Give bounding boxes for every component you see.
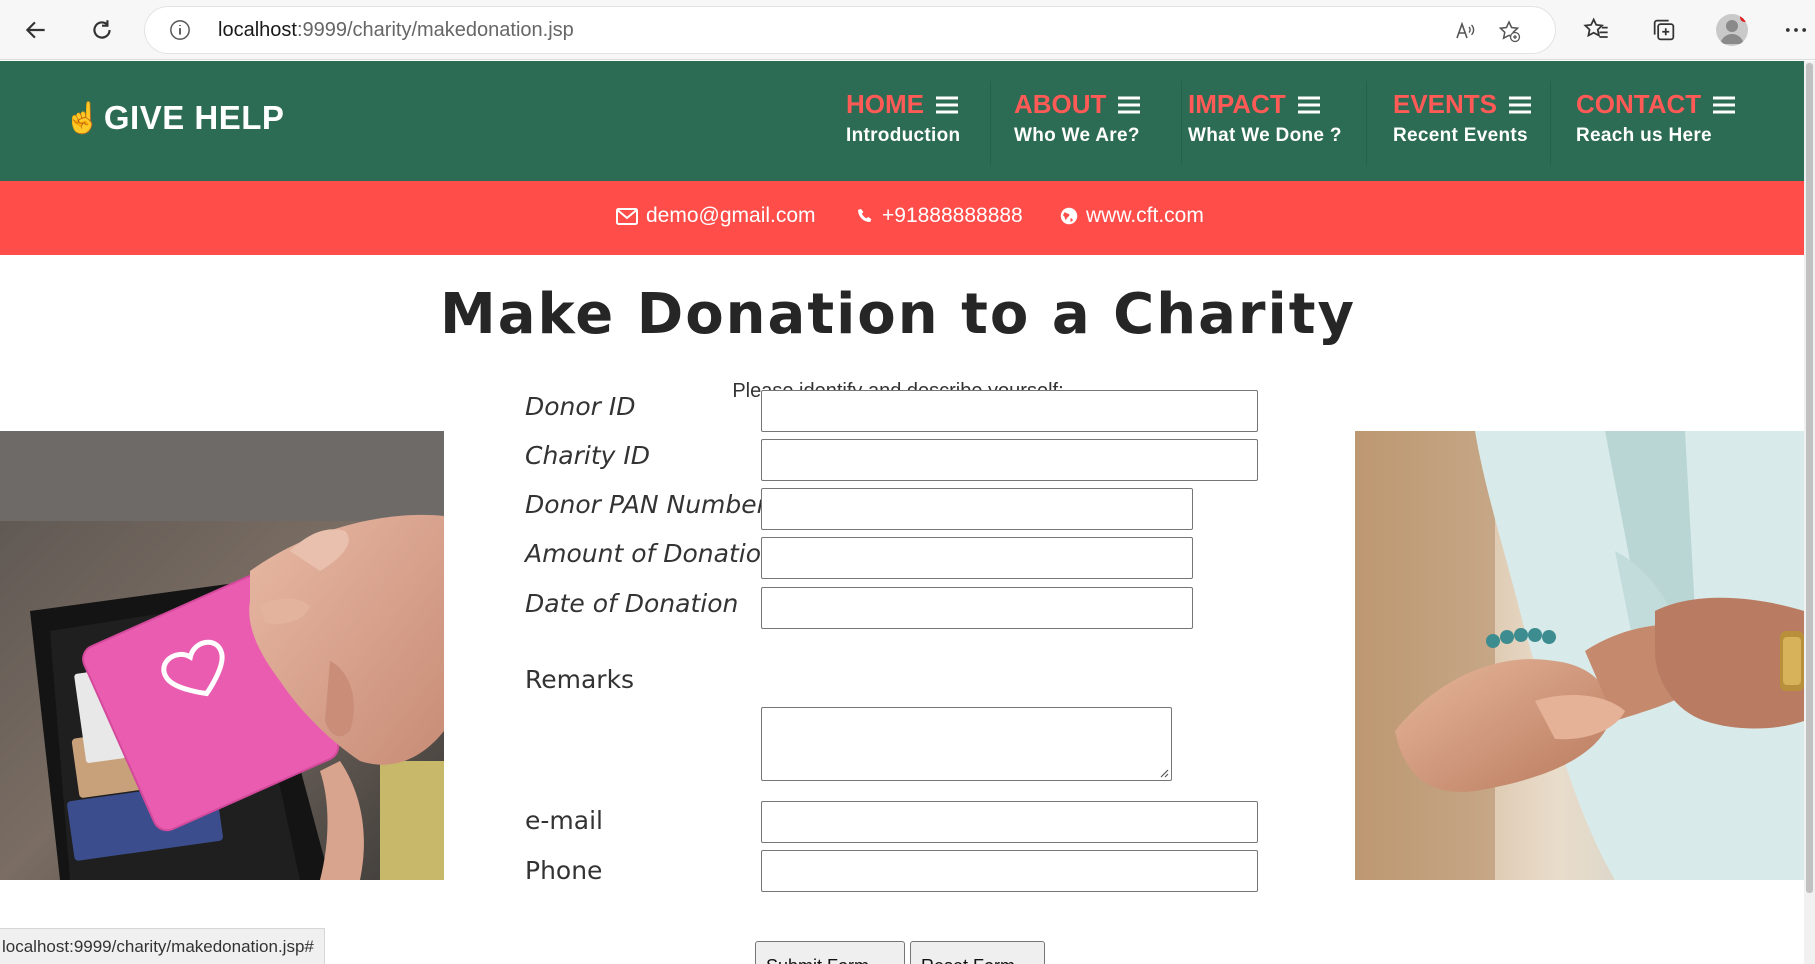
contact-website-text: www.cft.com: [1086, 204, 1204, 227]
hamburger-icon: [1297, 96, 1320, 113]
date-input[interactable]: [761, 587, 1193, 629]
browser-toolbar: localhost:9999/charity/makedonation.jsp: [0, 0, 1815, 60]
menu-divider: [1366, 81, 1367, 165]
favorites-icon[interactable]: [1582, 16, 1610, 44]
address-bar[interactable]: localhost:9999/charity/makedonation.jsp: [145, 7, 1555, 53]
read-aloud-icon[interactable]: [1453, 19, 1477, 43]
url-text[interactable]: localhost:9999/charity/makedonation.jsp: [218, 19, 574, 42]
reset-button[interactable]: Reset Form: [910, 941, 1045, 964]
hamburger-icon: [1509, 96, 1532, 113]
contact-phone-text: +91888888888: [882, 204, 1023, 227]
hamburger-icon: [936, 96, 958, 113]
hamburger-icon: [1713, 96, 1736, 113]
notification-dot: [1740, 14, 1748, 22]
menu-item-contact[interactable]: CONTACT Reach us Here: [1576, 89, 1736, 159]
scrollbar-thumb[interactable]: [1806, 63, 1813, 893]
amount-input[interactable]: [761, 537, 1193, 579]
remarks-label: Remarks: [525, 665, 635, 694]
menu-subtitle: Reach us Here: [1576, 125, 1712, 146]
menu-subtitle: Introduction: [846, 125, 961, 146]
hamburger-icon: [1118, 96, 1141, 113]
add-favorite-icon[interactable]: [1497, 19, 1521, 43]
menu-title: ABOUT: [1014, 89, 1107, 119]
menu-divider: [1181, 81, 1182, 165]
menu-item-about[interactable]: ABOUT Who We Are?: [1014, 89, 1141, 159]
menu-title: HOME: [846, 89, 924, 119]
status-bar-url: localhost:9999/charity/makedonation.jsp#: [0, 928, 325, 964]
menu-subtitle: Recent Events: [1393, 125, 1528, 146]
back-arrow-icon: [25, 21, 45, 39]
info-icon[interactable]: [169, 19, 191, 41]
resize-grip-icon[interactable]: [1157, 766, 1169, 778]
menu-subtitle: What We Done ?: [1188, 125, 1342, 146]
menu-divider: [1550, 81, 1551, 165]
more-icon[interactable]: [1782, 16, 1810, 44]
donor-id-label: Donor ID: [525, 392, 636, 421]
contact-website[interactable]: www.cft.com: [1060, 204, 1204, 228]
menu-title: EVENTS: [1393, 89, 1498, 119]
site-header: ☝ GIVE HELP HOME Introduction ABOUT Who …: [0, 61, 1804, 181]
contact-phone[interactable]: +91888888888: [856, 204, 1023, 228]
charity-id-label: Charity ID: [525, 441, 651, 470]
menu-item-impact[interactable]: IMPACT What We Done ?: [1188, 89, 1342, 159]
contact-strip: demo@gmail.com +91888888888 www.cft.com: [0, 181, 1804, 255]
menu-title: IMPACT: [1188, 89, 1286, 119]
page: ☝ GIVE HELP HOME Introduction ABOUT Who …: [0, 61, 1804, 964]
donor-pan-input[interactable]: [761, 488, 1193, 530]
contact-email[interactable]: demo@gmail.com: [616, 204, 816, 228]
contact-email-text: demo@gmail.com: [646, 204, 816, 227]
holding-hands-photo: [1355, 431, 1804, 880]
globe-icon: [1060, 207, 1078, 225]
menu-divider: [990, 81, 991, 165]
donor-id-input[interactable]: [761, 390, 1258, 432]
collections-icon[interactable]: [1650, 16, 1678, 44]
logo-text: GIVE HELP: [103, 99, 285, 136]
page-scrollbar[interactable]: [1804, 61, 1815, 964]
donor-card-photo: [0, 431, 444, 880]
back-button[interactable]: [18, 12, 54, 48]
amount-label: Amount of Donation: [525, 539, 777, 568]
profile-avatar[interactable]: [1716, 14, 1748, 46]
date-label: Date of Donation: [525, 589, 739, 618]
donor-card-image: [0, 431, 444, 880]
charity-id-input[interactable]: [761, 439, 1258, 481]
url-host: localhost: [218, 19, 297, 41]
phone-label: Phone: [525, 856, 603, 885]
menu-item-events[interactable]: EVENTS Recent Events: [1393, 89, 1532, 159]
pointing-hand-icon: ☝: [64, 101, 102, 135]
site-logo[interactable]: ☝ GIVE HELP: [64, 99, 284, 137]
email-label: e-mail: [525, 806, 603, 835]
phone-icon: [858, 208, 872, 223]
phone-input[interactable]: [761, 850, 1258, 892]
reload-icon: [93, 20, 111, 39]
menu-subtitle: Who We Are?: [1014, 125, 1140, 146]
menu-item-home[interactable]: HOME Introduction: [846, 89, 960, 159]
remarks-textarea[interactable]: [761, 707, 1172, 781]
email-input[interactable]: [761, 801, 1258, 843]
donor-pan-label: Donor PAN Number: [525, 490, 767, 519]
submit-button[interactable]: Submit Form: [755, 941, 905, 964]
menu-title: CONTACT: [1576, 89, 1702, 119]
envelope-icon: [616, 207, 638, 225]
holding-hands-image: [1355, 431, 1804, 880]
page-title: Make Donation to a Charity: [439, 282, 1356, 347]
url-path: :9999/charity/makedonation.jsp: [296, 19, 574, 41]
reload-button[interactable]: [84, 12, 120, 48]
